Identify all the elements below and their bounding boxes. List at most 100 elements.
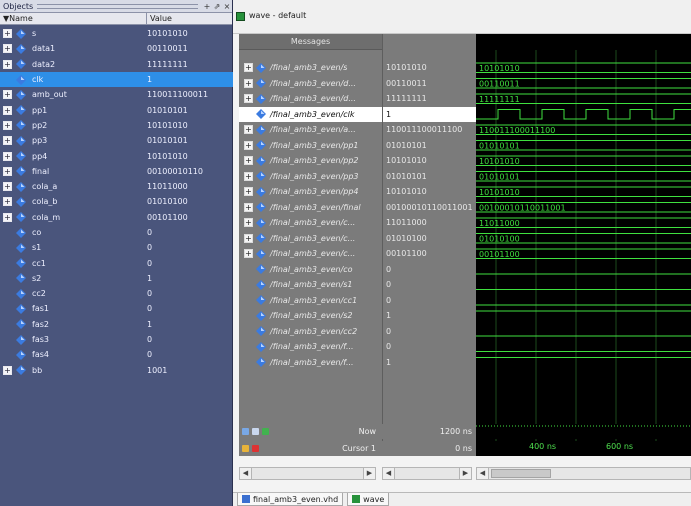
expand-icon[interactable]: +: [3, 105, 12, 115]
expand-icon[interactable]: +: [244, 156, 253, 166]
expand-icon[interactable]: +: [3, 151, 12, 161]
waveform-pane[interactable]: 10101010 00110011 11111111 110011100011100 0…: [476, 34, 691, 454]
wave-signal-value[interactable]: 01010100: [383, 231, 477, 247]
expand-icon[interactable]: +: [3, 182, 12, 192]
wave-signal-value[interactable]: 0: [383, 339, 477, 355]
expand-icon[interactable]: +: [244, 249, 253, 259]
wave-signal-row[interactable]: + /final_amb3_even/c...: [239, 231, 382, 247]
object-row[interactable]: co 0: [0, 225, 233, 240]
object-row[interactable]: fas3 0: [0, 332, 233, 347]
expand-icon[interactable]: +: [244, 125, 253, 135]
wave-signal-value[interactable]: 01010101: [383, 138, 477, 154]
wave-signal-row[interactable]: + /final_amb3_even/s: [239, 60, 382, 76]
object-row[interactable]: s2 1: [0, 271, 233, 286]
wave-signal-value[interactable]: 0: [383, 293, 477, 309]
object-row[interactable]: + pp4 10101010: [0, 148, 233, 163]
expand-icon[interactable]: +: [3, 44, 12, 54]
object-row[interactable]: + cola_a 11011000: [0, 179, 233, 194]
wave-signal-row[interactable]: + /final_amb3_even/d...: [239, 91, 382, 107]
expand-icon[interactable]: +: [244, 78, 253, 88]
wave-signal-value[interactable]: 00110011: [383, 76, 477, 92]
expand-icon[interactable]: +: [244, 63, 253, 73]
tab-wave[interactable]: wave: [347, 493, 390, 506]
wave-signal-row[interactable]: + /final_amb3_even/final: [239, 200, 382, 216]
wave-signal-value[interactable]: 1: [383, 355, 477, 371]
values-hscrollbar[interactable]: ◀ ▶: [382, 467, 472, 480]
wave-signal-row[interactable]: + /final_amb3_even/a...: [239, 122, 382, 138]
wave-signal-row[interactable]: + /final_amb3_even/d...: [239, 76, 382, 92]
expand-icon[interactable]: +: [3, 166, 12, 176]
object-row[interactable]: fas4 0: [0, 347, 233, 362]
expand-icon[interactable]: +: [244, 171, 253, 181]
expand-icon[interactable]: +: [3, 59, 12, 69]
wave-signal-value[interactable]: 0: [383, 262, 477, 278]
expand-icon[interactable]: +: [244, 140, 253, 150]
expand-icon[interactable]: +: [3, 365, 12, 375]
wave-signal-row[interactable]: + /final_amb3_even/c...: [239, 246, 382, 262]
expand-icon[interactable]: +: [244, 202, 253, 212]
wave-signal-row[interactable]: + /final_amb3_even/pp2: [239, 153, 382, 169]
tab-source-file[interactable]: final_amb3_even.vhd: [237, 493, 344, 506]
wave-signal-value[interactable]: 11011000: [383, 215, 477, 231]
wave-signal-value[interactable]: 00101100: [383, 246, 477, 262]
waveform-canvas[interactable]: 10101010 00110011 11111111 110011100011100 0…: [476, 34, 691, 454]
scroll-left-icon[interactable]: ◀: [383, 468, 395, 479]
object-row[interactable]: clk 1: [0, 71, 233, 88]
object-row[interactable]: + data1 00110011: [0, 41, 233, 56]
scroll-right-icon[interactable]: ▶: [363, 468, 375, 479]
wave-hscrollbar[interactable]: ◀: [476, 467, 691, 480]
wave-signal-row[interactable]: + /final_amb3_even/pp3: [239, 169, 382, 185]
names-hscrollbar[interactable]: ◀ ▶: [239, 467, 376, 480]
close-icon[interactable]: ×: [222, 2, 232, 11]
wave-signal-value[interactable]: 110011100011100: [383, 122, 477, 138]
expand-icon[interactable]: +: [3, 212, 12, 222]
undock-icon[interactable]: ⇗: [212, 2, 222, 11]
column-value-header[interactable]: Value: [147, 13, 172, 24]
expand-icon[interactable]: +: [3, 136, 12, 146]
grid-icon[interactable]: [262, 428, 269, 435]
wave-signal-row[interactable]: /final_amb3_even/s1: [239, 277, 382, 293]
delete-cursor-icon[interactable]: [252, 445, 259, 452]
wave-signal-row[interactable]: /final_amb3_even/co: [239, 262, 382, 278]
wave-signal-row[interactable]: /final_amb3_even/s2: [239, 308, 382, 324]
column-name-header[interactable]: ▼Name: [0, 13, 147, 24]
object-row[interactable]: cc2 0: [0, 286, 233, 301]
expand-icon[interactable]: +: [3, 197, 12, 207]
wave-signal-value[interactable]: 10101010: [383, 60, 477, 76]
lock-icon[interactable]: [242, 445, 249, 452]
object-row[interactable]: + data2 11111111: [0, 57, 233, 72]
object-row[interactable]: + amb_out 110011100011: [0, 87, 233, 102]
expand-icon[interactable]: +: [3, 29, 12, 39]
expand-icon[interactable]: +: [244, 187, 253, 197]
wave-tools-icon[interactable]: [242, 428, 249, 435]
wave-signal-value[interactable]: 10101010: [383, 184, 477, 200]
scroll-thumb[interactable]: [491, 469, 551, 478]
wave-signal-row[interactable]: + /final_amb3_even/c...: [239, 215, 382, 231]
wave-signal-value[interactable]: 11111111: [383, 91, 477, 107]
titlebar-grip[interactable]: [37, 3, 198, 9]
object-row[interactable]: + cola_b 01010100: [0, 194, 233, 209]
object-row[interactable]: + pp2 10101010: [0, 118, 233, 133]
magnify-icon[interactable]: [252, 428, 259, 435]
object-row[interactable]: + bb 1001: [0, 363, 233, 378]
object-row[interactable]: + pp1 01010101: [0, 102, 233, 117]
object-row[interactable]: + s 10101010: [0, 26, 233, 41]
wave-signal-row[interactable]: /final_amb3_even/f...: [239, 355, 382, 371]
wave-signal-row[interactable]: /final_amb3_even/cc2: [239, 324, 382, 340]
expand-icon[interactable]: +: [3, 90, 12, 100]
scroll-right-icon[interactable]: ▶: [459, 468, 471, 479]
wave-signal-row[interactable]: /final_amb3_even/clk: [239, 106, 382, 122]
expand-icon[interactable]: +: [244, 218, 253, 228]
expand-icon[interactable]: +: [244, 233, 253, 243]
wave-signal-value[interactable]: 01010101: [383, 169, 477, 185]
wave-signal-value[interactable]: 0: [383, 277, 477, 293]
expand-icon[interactable]: +: [3, 120, 12, 130]
object-row[interactable]: fas2 1: [0, 317, 233, 332]
wave-signal-value[interactable]: 00100010110011001: [383, 200, 477, 216]
wave-signal-row[interactable]: + /final_amb3_even/pp1: [239, 138, 382, 154]
wave-signal-row[interactable]: /final_amb3_even/cc1: [239, 293, 382, 309]
scroll-left-icon[interactable]: ◀: [477, 468, 489, 479]
expand-icon[interactable]: +: [244, 94, 253, 104]
wave-signal-value[interactable]: 0: [383, 324, 477, 340]
wave-signal-value[interactable]: 1: [383, 106, 477, 122]
